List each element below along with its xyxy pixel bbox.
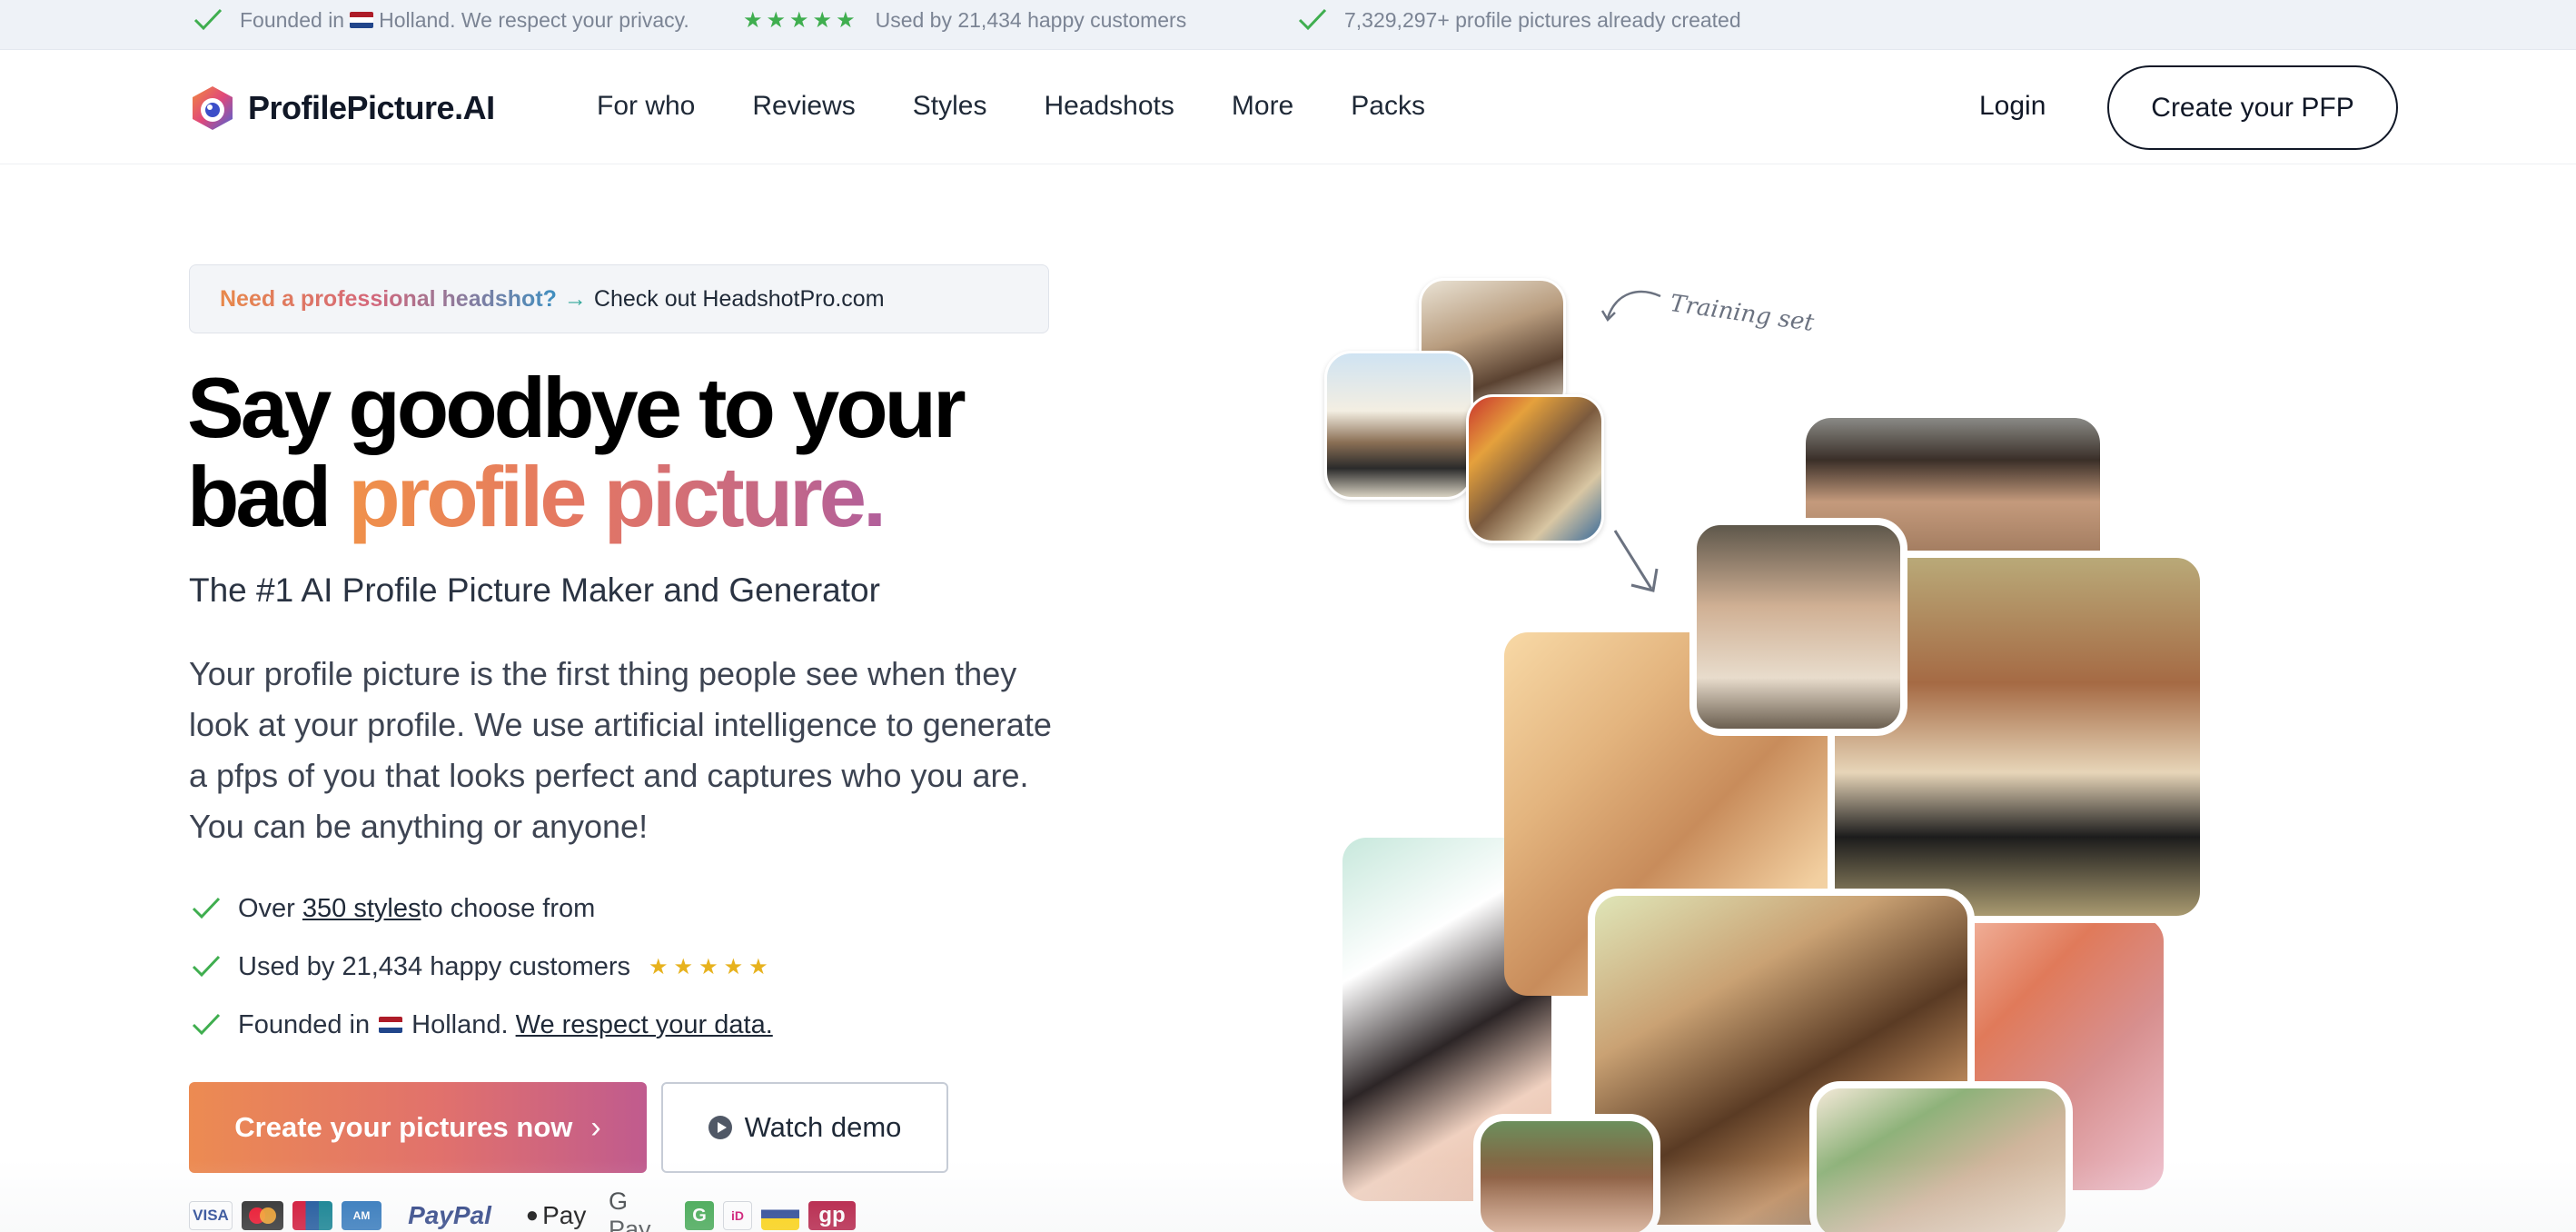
nav-item-for-who[interactable]: For who xyxy=(597,91,695,122)
hero-title-line2-plain: bad xyxy=(187,449,349,544)
hero-title-accent: profile picture. xyxy=(348,449,887,544)
respect-data-link[interactable]: We respect your data. xyxy=(516,1010,773,1040)
trust-founded-pre: Founded in xyxy=(240,7,345,32)
nav-item-packs[interactable]: Packs xyxy=(1351,91,1425,122)
training-photo xyxy=(1324,351,1473,500)
unionpay-icon xyxy=(292,1201,332,1230)
visa-icon: VISA xyxy=(189,1201,233,1230)
nav-item-styles[interactable]: Styles xyxy=(913,91,987,122)
hero-subtitle: The #1 AI Profile Picture Maker and Gene… xyxy=(189,571,880,609)
netherlands-flag-icon xyxy=(350,12,374,28)
training-photo xyxy=(1466,394,1604,543)
nav-item-reviews[interactable]: Reviews xyxy=(752,91,855,122)
payment-methods: VISA AM PayPal ● Pay G Pay G iD gp xyxy=(189,1187,856,1232)
create-pictures-button[interactable]: Create your pictures now › xyxy=(189,1082,647,1173)
hero-description: Your profile picture is the first thing … xyxy=(189,655,1052,845)
giropay-icon: G xyxy=(685,1201,714,1230)
trust-item-founded: Founded in Holland. We respect your priv… xyxy=(193,0,689,40)
check-icon xyxy=(1298,8,1327,31)
paypal-icon: PayPal xyxy=(408,1201,491,1229)
apple-pay-label: Pay xyxy=(542,1201,587,1229)
trust-bar: Founded in Holland. We respect your priv… xyxy=(0,0,2576,50)
hero-title-line1: Say goodbye to your xyxy=(187,360,966,455)
trust-created-text: 7,329,297+ profile pictures already crea… xyxy=(1344,7,1741,32)
logo-text: ProfilePicture.AI xyxy=(248,89,495,126)
generated-portrait xyxy=(1809,1081,2073,1232)
hero-title: Say goodbye to your bad profile picture. xyxy=(187,360,966,544)
nav-item-more[interactable]: More xyxy=(1232,91,1293,122)
bullet-founded-pre: Founded in xyxy=(238,1009,371,1039)
promo-highlight: Need a professional headshot? xyxy=(220,285,557,312)
trust-customers-text: Used by 21,434 happy customers xyxy=(875,7,1187,32)
trust-item-created: 7,329,297+ profile pictures already crea… xyxy=(1297,0,1741,40)
training-set-note: Training set xyxy=(1668,290,1816,337)
arrow-right-icon: → xyxy=(563,285,587,312)
play-icon xyxy=(708,1116,732,1139)
rating-stars-icon: ★★★★★ xyxy=(743,7,859,33)
list-item: Founded in Holland. We respect your data… xyxy=(191,996,774,1054)
google-pay-icon: G Pay xyxy=(609,1187,651,1232)
login-link[interactable]: Login xyxy=(1979,91,2046,122)
nav-item-headshots[interactable]: Headshots xyxy=(1044,91,1174,122)
bullet-styles-pre: Over xyxy=(238,893,295,923)
create-pictures-label: Create your pictures now xyxy=(234,1111,573,1143)
create-pfp-button[interactable]: Create your PFP xyxy=(2107,65,2398,150)
watch-demo-label: Watch demo xyxy=(744,1111,902,1143)
arrow-down-right-icon xyxy=(1613,530,1659,592)
styles-link[interactable]: 350 styles xyxy=(302,894,421,924)
trust-item-customers: ★★★★★ Used by 21,434 happy customers xyxy=(743,0,1186,40)
netherlands-flag-icon xyxy=(379,1017,403,1033)
curved-arrow-icon xyxy=(1600,290,1661,323)
check-icon xyxy=(192,897,221,919)
list-item: Used by 21,434 happy customers ★★★★★ xyxy=(191,938,774,996)
site-header: ProfilePicture.AI For who Reviews Styles… xyxy=(0,50,2576,164)
bullet-customers-text: Used by 21,434 happy customers xyxy=(238,951,631,981)
apple-pay-icon: ● Pay xyxy=(525,1201,587,1229)
check-icon xyxy=(192,1013,221,1036)
rating-stars-icon: ★★★★★ xyxy=(649,954,774,979)
logo[interactable]: ProfilePicture.AI xyxy=(188,84,495,133)
amex-icon: AM xyxy=(342,1201,381,1230)
list-item: Over 350 styles to choose from xyxy=(191,879,774,938)
check-icon xyxy=(193,8,223,31)
watch-demo-button[interactable]: Watch demo xyxy=(661,1082,948,1173)
bancontact-icon xyxy=(761,1201,799,1230)
promo-link-text: Check out HeadshotPro.com xyxy=(593,285,885,312)
generated-portrait xyxy=(1689,518,1907,736)
feature-list: Over 350 styles to choose from Used by 2… xyxy=(191,879,774,1054)
main-nav: For who Reviews Styles Headshots More Pa… xyxy=(597,91,1482,122)
mastercard-icon xyxy=(242,1201,283,1230)
p24-icon: gp xyxy=(808,1201,856,1230)
bullet-styles-post: to choose from xyxy=(421,893,596,923)
trust-founded-post: Holland. We respect your privacy. xyxy=(379,7,689,32)
headshot-promo-banner[interactable]: Need a professional headshot? → Check ou… xyxy=(189,264,1049,333)
ideal-icon: iD xyxy=(723,1201,752,1230)
chevron-right-icon: › xyxy=(590,1109,601,1145)
generated-portrait xyxy=(1473,1114,1660,1232)
logo-mark-icon xyxy=(193,86,233,130)
check-icon xyxy=(192,955,221,978)
bullet-founded-mid: Holland. xyxy=(411,1009,509,1039)
